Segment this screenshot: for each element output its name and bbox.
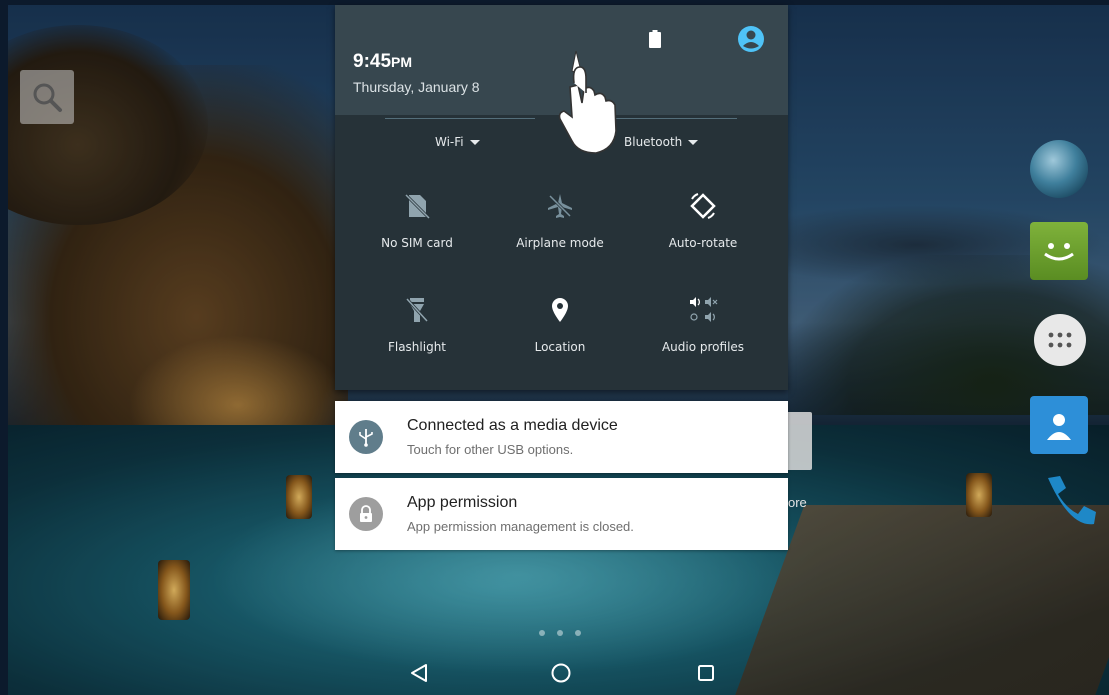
tile-label: No SIM card bbox=[381, 236, 453, 250]
notification-title: App permission bbox=[407, 494, 518, 511]
tile-airplane-mode[interactable]: Airplane mode bbox=[490, 191, 630, 271]
all-apps-button[interactable] bbox=[1034, 314, 1086, 366]
back-triangle-icon bbox=[411, 664, 427, 682]
notification-usb-media-device[interactable]: Connected as a media device Touch for ot… bbox=[335, 401, 788, 473]
grid-dots-icon bbox=[1048, 332, 1072, 348]
tile-audio-profiles[interactable]: Audio profiles bbox=[633, 295, 773, 375]
tile-auto-rotate[interactable]: Auto-rotate bbox=[633, 191, 773, 271]
page-dot bbox=[575, 630, 581, 636]
search-icon bbox=[33, 83, 62, 112]
swipe-gesture-hand-icon bbox=[558, 50, 617, 154]
lock-icon bbox=[349, 497, 383, 531]
bluetooth-dropdown[interactable]: Bluetooth bbox=[624, 135, 699, 149]
notification-title: Connected as a media device bbox=[407, 417, 618, 434]
navigation-bar bbox=[335, 645, 788, 695]
smiley-icon bbox=[1044, 243, 1074, 261]
tile-label: Audio profiles bbox=[661, 340, 745, 354]
home-circle-icon bbox=[551, 663, 571, 683]
recents-button[interactable] bbox=[686, 653, 726, 693]
wifi-label: Wi-Fi bbox=[435, 135, 464, 149]
tile-no-sim-card[interactable]: No SIM card bbox=[347, 191, 487, 271]
notification-app-permission[interactable]: App permission App permission management… bbox=[335, 478, 788, 550]
caret-down-icon bbox=[469, 139, 480, 145]
clock-time: 9:45PM bbox=[353, 51, 413, 72]
phone-app-icon[interactable] bbox=[1040, 472, 1100, 532]
notification-text: Touch for other USB options. bbox=[407, 442, 574, 457]
tile-label: Location bbox=[534, 340, 586, 354]
tile-flashlight[interactable]: Flashlight bbox=[347, 295, 487, 375]
flashlight-off-icon bbox=[405, 297, 429, 323]
audio-profiles-icon bbox=[690, 297, 718, 322]
back-button[interactable] bbox=[399, 653, 439, 693]
clock-date: Thursday, January 8 bbox=[353, 79, 480, 95]
tile-label: Flashlight bbox=[387, 340, 447, 354]
page-dot bbox=[539, 630, 545, 636]
partial-widget-card bbox=[788, 412, 812, 470]
home-search-button[interactable] bbox=[20, 70, 74, 124]
clock-ampm: PM bbox=[391, 54, 413, 70]
person-icon bbox=[1047, 414, 1071, 440]
partial-widget-label: ore bbox=[788, 495, 807, 510]
browser-app-icon[interactable] bbox=[1030, 140, 1088, 198]
page-indicator bbox=[535, 630, 595, 638]
messaging-app-icon[interactable] bbox=[1030, 222, 1088, 280]
tile-label: Airplane mode bbox=[516, 236, 604, 250]
caret-down-icon bbox=[688, 139, 699, 145]
phone-handset-icon bbox=[1048, 476, 1096, 525]
tile-label: Auto-rotate bbox=[668, 236, 738, 250]
home-button[interactable] bbox=[541, 653, 581, 693]
notification-text: App permission management is closed. bbox=[407, 519, 634, 534]
usb-icon bbox=[349, 420, 383, 454]
bluetooth-label: Bluetooth bbox=[624, 135, 683, 149]
page-dot bbox=[557, 630, 563, 636]
user-account-icon[interactable] bbox=[737, 25, 765, 53]
tile-location[interactable]: Location bbox=[490, 295, 630, 375]
recents-square-icon bbox=[698, 665, 714, 681]
screen-rotation-icon bbox=[690, 193, 716, 219]
divider bbox=[385, 118, 535, 119]
battery-icon bbox=[649, 30, 661, 48]
airplane-off-icon bbox=[548, 194, 572, 218]
no-sim-icon bbox=[404, 193, 431, 220]
location-pin-icon bbox=[552, 298, 568, 322]
contacts-app-icon[interactable] bbox=[1030, 396, 1088, 454]
wifi-dropdown[interactable]: Wi-Fi bbox=[435, 135, 480, 149]
